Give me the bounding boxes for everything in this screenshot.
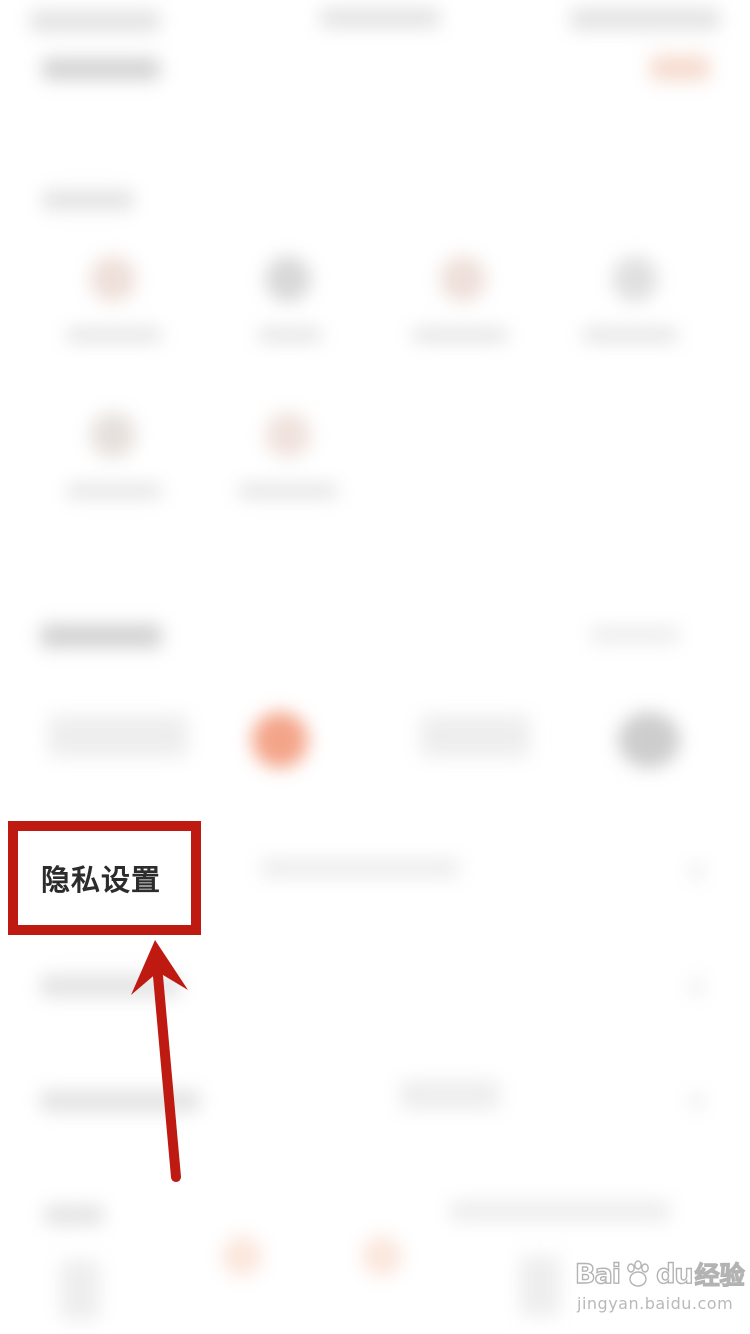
arrow-shaft (153, 971, 181, 1182)
watermark-url: jingyan.baidu.com (577, 1294, 734, 1313)
paw-icon (627, 1260, 649, 1287)
annotation-arrow (131, 940, 188, 1182)
watermark-brand-suffix: du (655, 1258, 694, 1290)
baidu-jingyan-watermark: Bai du 经验 jingyan.baidu.com (574, 1250, 745, 1320)
watermark-product: 经验 (694, 1260, 745, 1290)
watermark-brand-prefix: Bai (574, 1258, 621, 1290)
